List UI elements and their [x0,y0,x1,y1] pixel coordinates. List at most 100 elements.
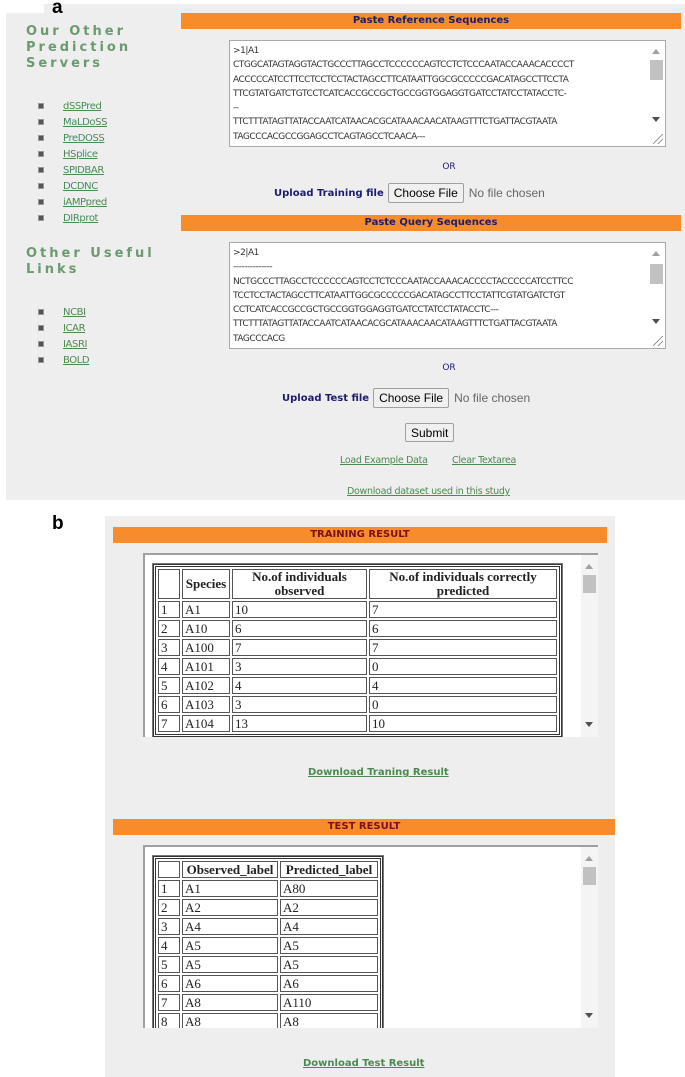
scroll-up-icon[interactable] [585,856,593,861]
link-spidbar[interactable]: SPIDBAR [63,165,104,176]
resize-grip-icon[interactable] [653,134,663,144]
table-cell: A5 [280,956,378,973]
table-cell: 6 [158,696,180,713]
bullet-icon [38,167,44,173]
submit-button[interactable]: Submit [405,423,455,442]
download-test-result-link[interactable]: Download Test Result [303,1058,424,1069]
reference-sequences-textarea[interactable]: >1|A1 CTGGCATAGTAGGTACTGCCCTTAGCCTCCCCCC… [229,40,666,147]
scroll-up-icon[interactable] [585,564,593,569]
server-item: SPIDBAR [26,162,176,178]
load-example-data-link[interactable]: Load Example Data [340,455,428,466]
column-header [158,569,180,599]
scroll-up-icon[interactable] [652,251,660,256]
table-cell: 13 [232,715,367,732]
test-result-frame: Observed_label Predicted_label 1 A1 A80 2 A2… [143,845,598,1028]
scroll-thumb[interactable] [650,60,663,80]
table-cell: 4 [369,677,557,694]
test-result-scrollbar[interactable] [581,847,598,1028]
link-bold[interactable]: BOLD [63,355,90,366]
test-file-status: No file chosen [454,391,531,405]
column-header: No.of individuals observed [232,569,367,599]
scroll-up-icon[interactable] [652,49,660,54]
server-item: DIRprot [26,210,176,226]
link-dcdnc[interactable]: DCDNC [63,181,98,192]
bullet-icon [38,183,44,189]
table-cell: A6 [182,975,278,992]
prediction-form-panel: Our Other Prediction Servers dSSPred MaL… [6,4,685,500]
table-cell: A4 [280,918,378,935]
table-cell: 0 [369,658,557,675]
link-iasri[interactable]: IASRI [63,339,87,350]
bullet-icon [38,151,44,157]
panel-corner [6,0,44,13]
link-dirprot[interactable]: DIRprot [63,213,98,224]
table-cell: A101 [182,658,230,675]
scroll-down-icon[interactable] [585,1013,593,1018]
scroll-thumb[interactable] [583,867,596,885]
link-item: ICAR [26,320,176,336]
table-cell: A2 [280,899,378,916]
table-cell: A8 [182,1013,278,1028]
download-training-result-link[interactable]: Download Traning Result [308,767,449,778]
column-header: Observed_label [182,861,278,878]
training-result-table: Species No.of individuals observed No.of… [152,563,563,737]
scroll-down-icon[interactable] [585,722,593,727]
table-cell: 4 [158,937,180,954]
scroll-thumb[interactable] [650,264,663,284]
table-cell: A5 [182,937,278,954]
table-row: 7 A104 13 10 [158,715,557,732]
reference-scrollbar[interactable] [648,41,665,146]
table-row: 6 A6 A6 [158,975,378,992]
table-cell: A1 [182,880,278,897]
table-cell: A8 [280,1013,378,1028]
heading-line: Links [26,262,80,277]
server-item: iAMPpred [26,194,176,210]
scroll-thumb[interactable] [583,575,596,593]
table-cell: A5 [182,956,278,973]
table-cell: A4 [182,918,278,935]
clear-textarea-link[interactable]: Clear Textarea [452,455,516,466]
training-result-header: TRAINING RESULT [113,527,607,543]
table-cell: A80 [280,880,378,897]
table-cell: 7 [158,715,180,732]
column-header [158,861,180,878]
query-sequences-textarea[interactable]: >2|A1 -------------- NCTGCCCTTAGCCTCCCCC… [229,242,666,349]
link-maldoss[interactable]: MaLDoSS [63,117,107,128]
server-item: MaLDoSS [26,114,176,130]
link-ncbi[interactable]: NCBI [63,307,86,318]
upload-test-label: Upload Test file [282,392,370,404]
table-row: 3 A4 A4 [158,918,378,935]
link-icar[interactable]: ICAR [63,323,86,334]
panel-label-b: b [52,513,64,534]
table-cell: A10 [182,620,230,637]
table-cell: 3 [232,696,367,713]
link-item: BOLD [26,352,176,368]
training-result-frame: Species No.of individuals observed No.of… [143,553,598,737]
resize-grip-icon[interactable] [653,336,663,346]
table-cell: 10 [369,715,557,732]
table-cell: 2 [158,899,180,916]
table-cell: A104 [182,715,230,732]
bullet-icon [38,135,44,141]
servers-list: dSSPred MaLDoSS PreDOSS HSplice SPIDBAR … [26,98,176,226]
bullet-icon [38,199,44,205]
download-dataset-link[interactable]: Download dataset used in this study [347,486,510,497]
table-row: 5 A102 4 4 [158,677,557,694]
table-cell: A110 [280,994,378,1011]
bullet-icon [38,119,44,125]
choose-test-file-button[interactable]: Choose File [373,388,450,408]
scroll-down-icon[interactable] [652,319,660,324]
link-hsplice[interactable]: HSplice [63,149,98,160]
table-cell: 3 [232,658,367,675]
table-row: 3 A100 7 7 [158,639,557,656]
link-iamppred[interactable]: iAMPpred [63,197,107,208]
table-row: 1 A1 A80 [158,880,378,897]
or-label: OR [442,363,456,373]
column-header: Predicted_label [280,861,378,878]
scroll-down-icon[interactable] [652,117,660,122]
link-predoss[interactable]: PreDOSS [63,133,105,144]
choose-training-file-button[interactable]: Choose File [387,183,464,203]
training-result-scrollbar[interactable] [581,555,598,737]
query-scrollbar[interactable] [648,243,665,348]
link-dsspred[interactable]: dSSPred [63,101,102,112]
